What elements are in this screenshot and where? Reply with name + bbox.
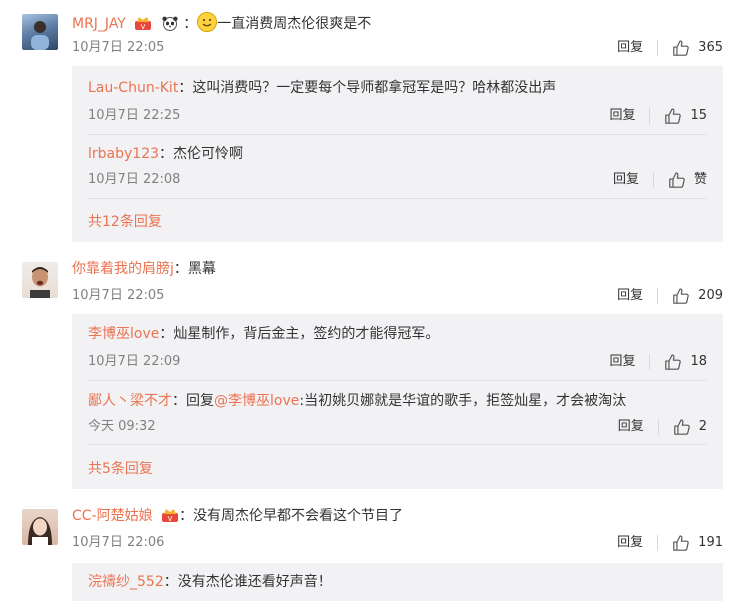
like-count: 2 [698,419,707,434]
username[interactable]: Lau-Chun-Kit [88,80,178,96]
like-count: 365 [698,40,723,55]
thumb-up-icon [672,287,690,305]
separator: ： [159,146,174,162]
like-count: 18 [690,354,707,369]
reply-text: 灿星制作，背后金主，签约的才能得冠军。 [173,326,440,342]
avatar[interactable] [22,14,58,50]
smile-emoji-icon [197,12,218,32]
separator: ： [178,80,193,96]
reply-box: 浣禱纱_552：没有杰伦谁还看好声音！ [72,563,723,601]
reply-button[interactable]: 回复 [618,417,644,437]
thumb-up-icon [664,107,682,125]
thumb-up-icon [673,418,691,436]
more-replies-link[interactable]: 共5条回复 [88,459,153,479]
separator: ： [179,508,194,524]
more-replies-link[interactable]: 共12条回复 [88,212,162,232]
divider [657,419,659,435]
mention-link[interactable]: @李博巫love [214,393,299,409]
like-button[interactable]: 15 [664,106,707,126]
thumb-up-icon [664,353,682,371]
separator: ： [159,326,174,342]
divider [649,108,651,124]
reply-text: 没有杰伦谁还看好声音！ [177,574,332,590]
divider [657,535,659,551]
divider [88,198,707,199]
username[interactable]: lrbaby123 [88,146,159,162]
like-button[interactable]: 209 [672,286,723,306]
thumb-up-icon [668,171,686,189]
thumb-up-icon [672,534,690,552]
avatar[interactable] [22,509,58,545]
reply-button[interactable]: 回复 [609,352,635,372]
reply-text: 杰伦可怜啊 [173,146,244,162]
reply-box: Lau-Chun-Kit：这叫消费吗？一定要每个导师都拿冠军是吗？哈林都没出声 … [72,66,723,242]
reply-text: :当初姚贝娜就是华谊的歌手，拒签灿星，才会被淘汰 [299,393,627,409]
divider [657,288,659,304]
avatar[interactable] [22,262,58,298]
reply-text: 这叫消费吗？一定要每个导师都拿冠军是吗？哈林都没出声 [192,80,557,96]
comment-text: 黑幕 [187,261,216,277]
like-button[interactable]: 赞 [668,170,707,190]
divider [88,380,707,381]
timestamp: 10月7日 22:05 [72,288,165,303]
timestamp: 10月7日 22:09 [88,354,181,369]
like-button[interactable]: 2 [673,417,707,437]
like-count: 191 [698,535,723,550]
divider [649,354,651,370]
like-button[interactable]: 18 [664,352,707,372]
like-count: 209 [698,288,723,303]
like-button[interactable]: 191 [672,533,723,553]
panda-badge-icon [161,15,179,31]
reply-button[interactable]: 回复 [609,106,635,126]
timestamp: 今天 09:32 [88,419,156,434]
separator: ： [173,261,188,277]
username[interactable]: MRJ_JAY [72,16,126,32]
divider [657,40,659,56]
reply-button[interactable]: 回复 [617,286,643,306]
separator: ： [163,574,178,590]
reply-button[interactable]: 回复 [617,38,643,58]
username[interactable]: 你靠着我的肩膀j [72,261,174,277]
username[interactable]: 浣禱纱_552 [88,574,164,590]
comment-text: 一直消费周杰伦很爽是不 [217,16,372,32]
crown-badge-icon [134,15,152,31]
thumb-up-icon [672,39,690,57]
like-button[interactable]: 365 [672,38,723,58]
like-label: 赞 [693,172,707,187]
separator: ： [172,393,186,409]
username[interactable]: 鄙人丶梁不才 [88,393,172,409]
timestamp: 10月7日 22:08 [88,172,181,187]
timestamp: 10月7日 22:06 [72,535,165,550]
timestamp: 10月7日 22:05 [72,40,165,55]
divider [88,444,707,445]
divider [88,134,707,135]
comment-text: 没有周杰伦早都不会看这个节目了 [193,508,404,524]
reply-prefix: 回复 [186,393,214,409]
timestamp: 10月7日 22:25 [88,108,181,123]
reply-button[interactable]: 回复 [617,533,643,553]
username[interactable]: 李博巫love [88,326,159,342]
username[interactable]: CC-阿楚姑娘 [72,508,153,524]
separator: ： [183,16,198,32]
like-count: 15 [690,108,707,123]
divider [652,172,654,188]
reply-box: 李博巫love：灿星制作，背后金主，签约的才能得冠军。 10月7日 22:09 … [72,314,723,489]
crown-badge-icon [161,507,179,523]
reply-button[interactable]: 回复 [613,170,639,190]
